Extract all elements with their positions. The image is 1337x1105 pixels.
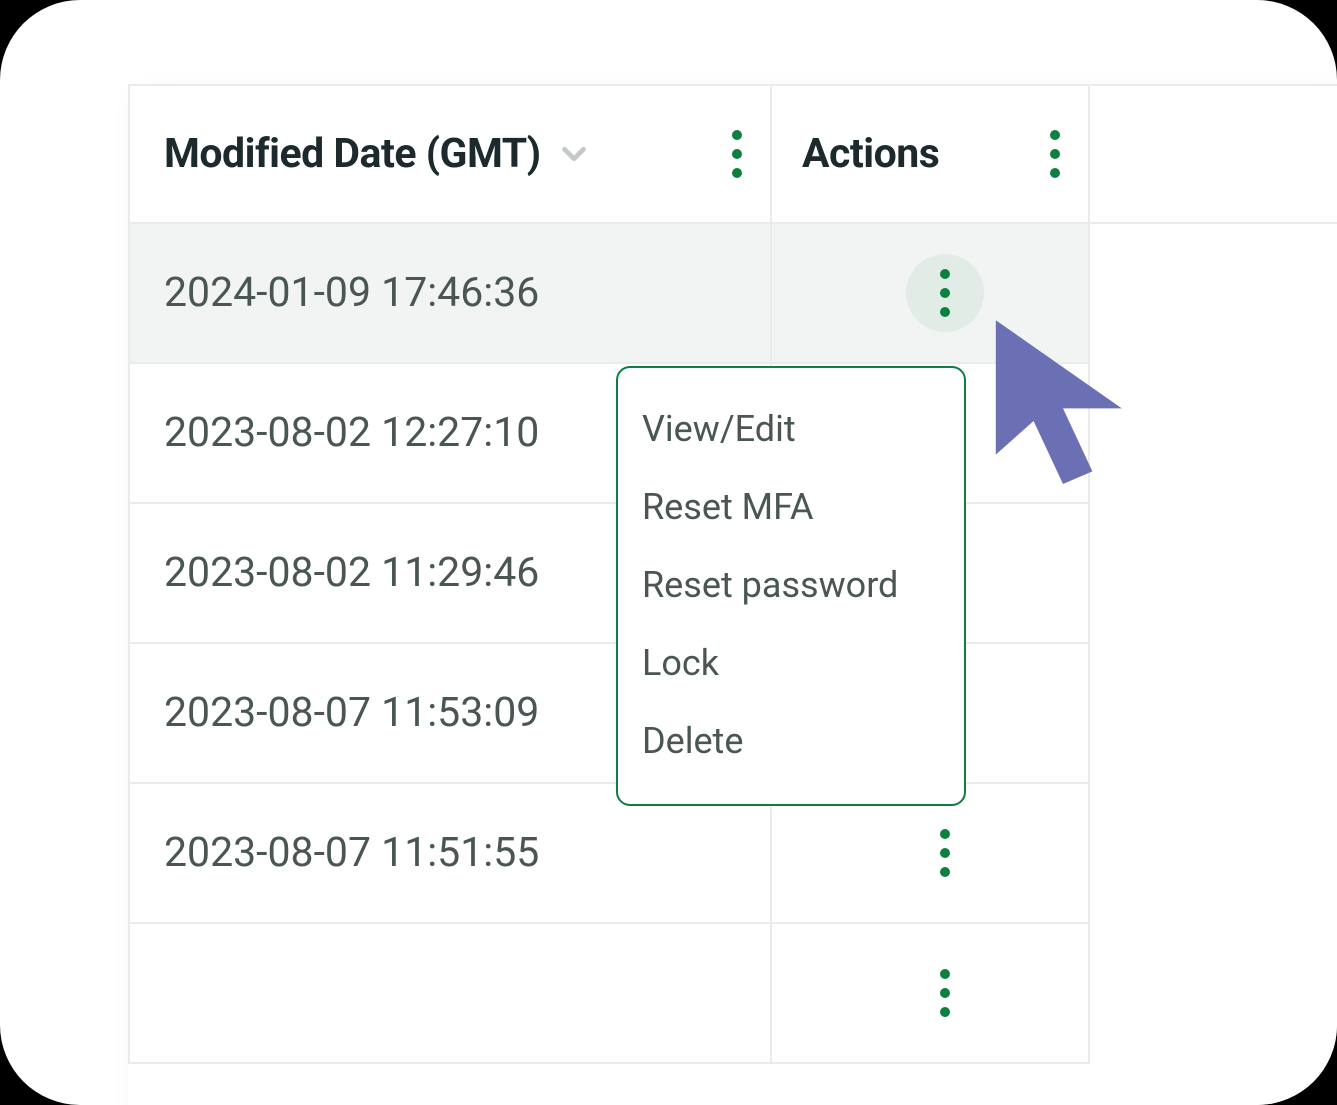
modified-date-value: 2024-01-09 17:46:36 [164,269,539,317]
row-actions-button[interactable] [906,814,984,892]
chevron-down-icon[interactable] [555,135,593,173]
column-header-label: Modified Date (GMT) [164,130,541,178]
card-container: Modified Date (GMT) Actions [0,0,1337,1105]
kebab-dot [940,1007,950,1017]
kebab-dot [732,130,742,140]
column-header-modified-date[interactable]: Modified Date (GMT) [128,86,770,222]
row-actions-button[interactable] [906,254,984,332]
column-header-actions[interactable]: Actions [770,86,1090,222]
cell-actions [770,924,1090,1064]
column-menu-button-actions[interactable] [1050,130,1060,178]
table-row: 2024-01-09 17:46:36 [128,224,1337,364]
table-header-row: Modified Date (GMT) Actions [128,84,1337,224]
modified-date-value: 2023-08-02 11:29:46 [164,549,539,597]
menu-item-lock[interactable]: Lock [618,624,964,702]
kebab-dot [940,867,950,877]
menu-item-view-edit[interactable]: View/Edit [618,390,964,468]
kebab-dot [940,848,950,858]
kebab-dot [732,149,742,159]
kebab-dot [940,269,950,279]
data-table: Modified Date (GMT) Actions [128,84,1337,1105]
modified-date-value: 2023-08-07 11:53:09 [164,689,539,737]
kebab-dot [1050,149,1060,159]
column-header-label: Actions [802,130,939,178]
kebab-dot [940,829,950,839]
menu-item-reset-mfa[interactable]: Reset MFA [618,468,964,546]
kebab-dot [940,988,950,998]
menu-item-reset-password[interactable]: Reset password [618,546,964,624]
kebab-dot [1050,168,1060,178]
kebab-dot [1050,130,1060,140]
kebab-dot [940,969,950,979]
cell-modified-date [128,924,770,1064]
cell-modified-date: 2024-01-09 17:46:36 [128,224,770,364]
row-actions-menu: View/Edit Reset MFA Reset password Lock … [616,366,966,806]
modified-date-value: 2023-08-07 11:51:55 [164,829,539,877]
column-menu-button-modified-date[interactable] [732,130,742,178]
kebab-dot [940,307,950,317]
modified-date-value: 2023-08-02 12:27:10 [164,409,539,457]
kebab-dot [940,288,950,298]
kebab-dot [732,168,742,178]
table-row [128,924,1337,1064]
row-actions-button[interactable] [906,954,984,1032]
menu-item-delete[interactable]: Delete [618,702,964,780]
cell-actions [770,224,1090,364]
